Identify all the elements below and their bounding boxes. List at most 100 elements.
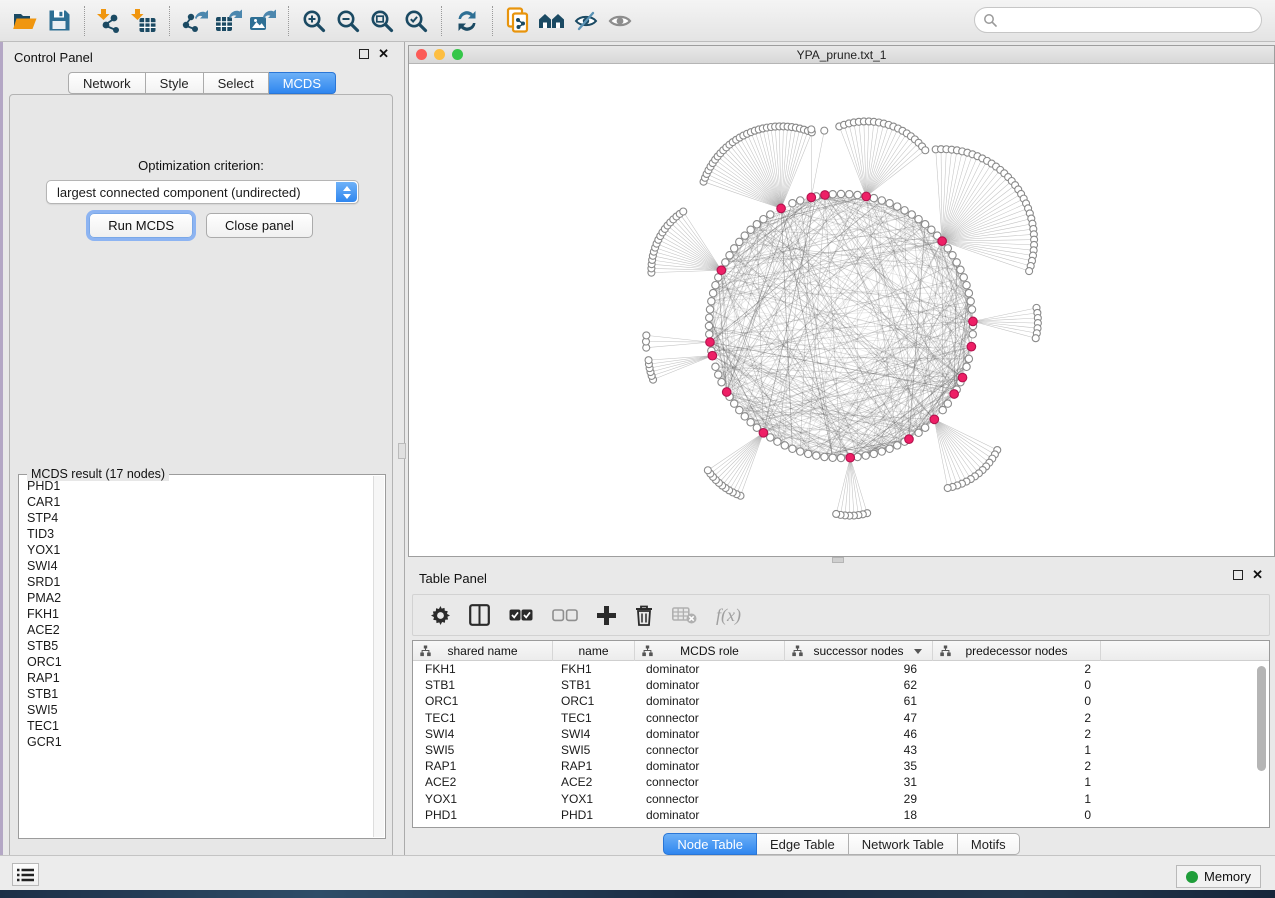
- network-node[interactable]: [736, 406, 743, 413]
- network-node[interactable]: [706, 331, 713, 338]
- import-network-button[interactable]: [93, 4, 127, 38]
- float-panel-icon[interactable]: [359, 49, 369, 59]
- network-node[interactable]: [833, 510, 840, 517]
- search-box[interactable]: [974, 7, 1262, 33]
- mcds-result-item[interactable]: SWI5: [20, 702, 372, 718]
- network-node[interactable]: [854, 191, 861, 198]
- table-row[interactable]: SWI4SWI4dominator462: [413, 726, 1269, 742]
- network-node[interactable]: [821, 453, 828, 460]
- network-node[interactable]: [731, 400, 738, 407]
- mcds-hub-node[interactable]: [862, 192, 871, 201]
- network-node[interactable]: [953, 259, 960, 266]
- network-node[interactable]: [767, 211, 774, 218]
- zoom-fit-button[interactable]: [365, 4, 399, 38]
- network-node[interactable]: [708, 298, 715, 305]
- network-node[interactable]: [804, 450, 811, 457]
- network-node[interactable]: [965, 355, 972, 362]
- mcds-result-item[interactable]: STB1: [20, 686, 372, 702]
- network-node[interactable]: [894, 442, 901, 449]
- tab-motifs[interactable]: Motifs: [958, 833, 1020, 855]
- mcds-result-item[interactable]: ACE2: [20, 622, 372, 638]
- mcds-hub-node[interactable]: [706, 338, 715, 347]
- network-node[interactable]: [944, 485, 951, 492]
- column-header-successor-nodes[interactable]: successor nodes: [785, 641, 933, 661]
- network-node[interactable]: [922, 147, 929, 154]
- zoom-out-button[interactable]: [331, 4, 365, 38]
- first-neighbors-button[interactable]: [535, 4, 569, 38]
- export-table-button[interactable]: [212, 4, 246, 38]
- network-node[interactable]: [968, 306, 975, 313]
- tab-mcds[interactable]: MCDS: [269, 72, 336, 94]
- new-network-from-selection-button[interactable]: [501, 4, 535, 38]
- hide-selected-button[interactable]: [569, 4, 603, 38]
- task-history-button[interactable]: [12, 863, 39, 886]
- network-node[interactable]: [928, 226, 935, 233]
- network-node[interactable]: [789, 200, 796, 207]
- mcds-hub-node[interactable]: [759, 428, 768, 437]
- mcds-hub-node[interactable]: [846, 453, 855, 462]
- mcds-hub-node[interactable]: [905, 435, 914, 444]
- mcds-hub-node[interactable]: [821, 191, 830, 200]
- mcds-hub-node[interactable]: [708, 351, 717, 360]
- mcds-hub-node[interactable]: [807, 193, 816, 202]
- network-node[interactable]: [1026, 268, 1033, 275]
- select-all-button[interactable]: [509, 609, 533, 622]
- tab-edge-table[interactable]: Edge Table: [757, 833, 849, 855]
- show-graphics-details-button[interactable]: [603, 4, 637, 38]
- network-node[interactable]: [726, 252, 733, 259]
- network-node[interactable]: [901, 207, 908, 214]
- create-column-button[interactable]: [597, 606, 616, 625]
- tab-style[interactable]: Style: [146, 72, 204, 94]
- mcds-hub-node[interactable]: [722, 388, 731, 397]
- network-node[interactable]: [709, 289, 716, 296]
- network-node[interactable]: [712, 282, 719, 289]
- table-row[interactable]: FKH1FKH1dominator962: [413, 661, 1269, 677]
- network-node[interactable]: [706, 306, 713, 313]
- network-node[interactable]: [886, 445, 893, 452]
- network-node[interactable]: [894, 203, 901, 210]
- mcds-result-item[interactable]: SWI4: [20, 558, 372, 574]
- mcds-result-item[interactable]: PMA2: [20, 590, 372, 606]
- network-node[interactable]: [967, 298, 974, 305]
- mcds-result-item[interactable]: CAR1: [20, 494, 372, 510]
- table-row[interactable]: SWI5SWI5connector431: [413, 742, 1269, 758]
- network-node[interactable]: [736, 238, 743, 245]
- network-node[interactable]: [878, 197, 885, 204]
- network-node[interactable]: [747, 419, 754, 426]
- float-panel-icon[interactable]: [1233, 570, 1243, 580]
- network-node[interactable]: [915, 429, 922, 436]
- mcds-result-item[interactable]: STB5: [20, 638, 372, 654]
- network-node[interactable]: [963, 363, 970, 370]
- network-node[interactable]: [645, 357, 652, 364]
- network-node[interactable]: [789, 445, 796, 452]
- network-node[interactable]: [741, 413, 748, 420]
- network-node[interactable]: [705, 322, 712, 329]
- network-node[interactable]: [878, 448, 885, 455]
- network-node[interactable]: [886, 200, 893, 207]
- table-options-button[interactable]: [431, 606, 450, 625]
- toggle-column-panel-button[interactable]: [469, 604, 490, 626]
- network-node[interactable]: [870, 450, 877, 457]
- network-node[interactable]: [829, 454, 836, 461]
- network-canvas-svg[interactable]: [409, 64, 1274, 556]
- run-mcds-button[interactable]: Run MCDS: [89, 213, 193, 238]
- network-node[interactable]: [797, 197, 804, 204]
- mcds-result-item[interactable]: FKH1: [20, 606, 372, 622]
- network-node[interactable]: [706, 314, 713, 321]
- tab-select[interactable]: Select: [204, 72, 269, 94]
- network-node[interactable]: [957, 266, 964, 273]
- network-node[interactable]: [747, 226, 754, 233]
- network-node[interactable]: [680, 208, 687, 215]
- mcds-result-item[interactable]: GCR1: [20, 734, 372, 750]
- open-session-button[interactable]: [8, 4, 42, 38]
- network-node[interactable]: [963, 282, 970, 289]
- table-row[interactable]: RAP1RAP1dominator352: [413, 758, 1269, 774]
- tab-node-table[interactable]: Node Table: [663, 833, 757, 855]
- mcds-result-item[interactable]: PHD1: [20, 478, 372, 494]
- save-session-button[interactable]: [42, 4, 76, 38]
- tab-network-table[interactable]: Network Table: [849, 833, 958, 855]
- table-row[interactable]: ORC1ORC1dominator610: [413, 693, 1269, 709]
- network-node[interactable]: [722, 259, 729, 266]
- network-node[interactable]: [715, 371, 722, 378]
- column-header-predecessor-nodes[interactable]: predecessor nodes: [933, 641, 1101, 661]
